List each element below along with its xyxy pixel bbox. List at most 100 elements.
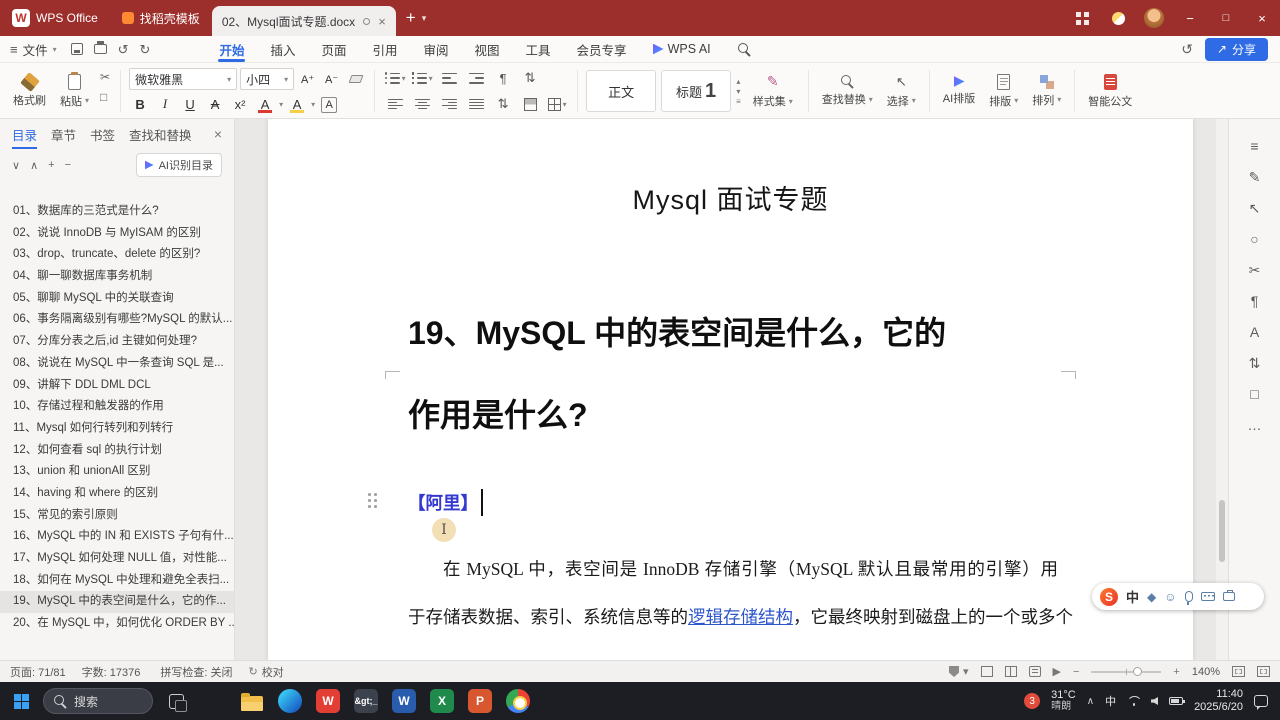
maximize-button[interactable]: □ <box>1208 0 1244 36</box>
toc-item[interactable]: 07、分库分表之后,id 主键如何处理? <box>0 331 234 353</box>
tab-member[interactable]: 会员专享 <box>564 36 640 62</box>
tray-ime-indicator[interactable]: 中 <box>1105 693 1116 709</box>
toc-item[interactable]: 12、如何查看 sql 的执行计划 <box>0 440 234 462</box>
font-color-caret-icon[interactable]: ▾ <box>279 100 283 109</box>
print-icon[interactable] <box>93 41 107 54</box>
ime-mode-indicator[interactable]: 中 <box>1126 587 1139 606</box>
font-color-button[interactable]: A <box>254 94 276 114</box>
panel-outline-icon[interactable]: ≡ <box>1250 139 1258 153</box>
panel-clip-icon[interactable]: ✂ <box>1249 263 1261 277</box>
find-replace-button[interactable]: 查找替换 ▾ <box>815 67 880 115</box>
copy-icon[interactable]: □ <box>100 90 110 104</box>
style-set-button[interactable]: ✎ 样式集 ▾ <box>746 73 800 109</box>
search-icon[interactable] <box>737 42 751 56</box>
paragraph-mark-button[interactable]: ¶ <box>491 68 515 88</box>
gallery-up-icon[interactable]: ▴ <box>736 77 741 86</box>
select-button[interactable]: ↖ 选择 ▾ <box>880 67 923 115</box>
shrink-font-button[interactable]: A⁻ <box>321 69 342 89</box>
panel-card-icon[interactable]: □ <box>1250 387 1258 401</box>
view-page-icon[interactable] <box>980 666 993 677</box>
toc-item[interactable]: 20、在 MySQL 中，如何优化 ORDER BY ... <box>0 613 234 635</box>
zoom-out-icon[interactable]: − <box>1073 666 1079 678</box>
edge-icon[interactable] <box>278 689 302 713</box>
sogou-logo-icon[interactable]: S <box>1100 587 1118 606</box>
toc-item[interactable]: 18、如何在 MySQL 中处理和避免全表扫... <box>0 570 234 592</box>
cut-icon[interactable]: ✂ <box>100 70 110 84</box>
toc-item[interactable]: 15、常见的索引原则 <box>0 505 234 527</box>
paste-button[interactable]: 粘贴 ▾ <box>53 67 96 115</box>
toc-item[interactable]: 09、讲解下 DDL DML DCL <box>0 375 234 397</box>
workspace-grid-button[interactable] <box>1064 0 1100 36</box>
layout-button[interactable]: 排版 ▾ <box>982 67 1025 115</box>
view-web-icon[interactable] <box>1028 666 1041 677</box>
gallery-down-icon[interactable]: ▾ <box>736 87 741 96</box>
panel-spacing-icon[interactable]: ⇅ <box>1249 356 1261 370</box>
wifi-icon[interactable] <box>1127 696 1140 706</box>
sync-icon[interactable]: ↺ <box>1181 41 1193 58</box>
word-count[interactable]: 字数: 17376 <box>82 664 141 680</box>
volume-icon[interactable] <box>1151 697 1159 705</box>
numbered-list-button[interactable]: ▾ <box>410 68 434 88</box>
expand-all-icon[interactable]: ∧ <box>30 159 38 172</box>
align-right-button[interactable] <box>437 94 461 114</box>
toc-item[interactable]: 16、MySQL 中的 IN 和 EXISTS 子句有什... <box>0 526 234 548</box>
wps-menu-button[interactable]: W WPS Office <box>0 0 110 36</box>
view-column-icon[interactable] <box>1004 666 1017 677</box>
powerpoint-icon[interactable]: P <box>468 689 492 713</box>
ai-recognize-toc-button[interactable]: AI识别目录 <box>135 153 222 177</box>
sort-button[interactable]: ⇅ <box>518 68 542 88</box>
task-view-button[interactable] <box>169 693 187 712</box>
sidebar-tab-find-replace[interactable]: 查找和替换 <box>129 119 192 149</box>
zoom-out-outline-icon[interactable]: − <box>65 159 71 171</box>
fit-width-icon[interactable] <box>1257 666 1270 677</box>
battery-icon[interactable] <box>1169 697 1186 705</box>
gallery-more-icon[interactable]: ≡ <box>736 97 741 106</box>
toc-item[interactable]: 06、事务隔离级别有哪些?MySQL 的默认... <box>0 309 234 331</box>
tab-document[interactable]: 02、Mysql面试专题.docx × <box>211 6 396 36</box>
tab-wps-ai[interactable]: WPS AI <box>640 36 724 62</box>
format-painter-button[interactable]: 格式刷 <box>6 67 53 115</box>
spellcheck-status[interactable]: 拼写检查: 关闭 <box>156 664 232 680</box>
notification-center-icon[interactable] <box>1254 695 1268 707</box>
grow-font-button[interactable]: A⁺ <box>297 69 318 89</box>
wps-app-icon[interactable]: W <box>316 689 340 713</box>
tab-reference[interactable]: 引用 <box>359 36 410 62</box>
zoom-in-outline-icon[interactable]: + <box>48 159 54 171</box>
toc-item-active[interactable]: 19、MySQL 中的表空间是什么，它的作... <box>0 591 234 614</box>
strikethrough-button[interactable]: A <box>204 94 226 114</box>
panel-seal-icon[interactable]: ○ <box>1250 232 1258 246</box>
toc-item[interactable]: 04、聊一聊数据库事务机制 <box>0 266 234 288</box>
fullscreen-play-icon[interactable]: ▶ <box>1053 665 1061 678</box>
proofread-button[interactable]: ↻ 校对 <box>248 664 283 680</box>
character-border-button[interactable]: A <box>321 97 338 113</box>
toc-item[interactable]: 14、having 和 where 的区别 <box>0 483 234 505</box>
indent-button[interactable] <box>464 68 488 88</box>
minimize-button[interactable]: − <box>1172 0 1208 36</box>
avatar[interactable] <box>1136 0 1172 36</box>
ime-mic-icon[interactable] <box>1184 591 1193 605</box>
toc-item[interactable]: 05、聊聊 MySQL 中的关联查询 <box>0 288 234 310</box>
outdent-button[interactable] <box>437 68 461 88</box>
word-icon[interactable]: W <box>392 689 416 713</box>
windows-start-button[interactable] <box>14 693 29 709</box>
ime-keyboard-icon[interactable] <box>1200 592 1215 601</box>
new-tab-button[interactable]: + <box>406 8 416 28</box>
style-normal[interactable]: 正文 <box>586 70 657 112</box>
skin-button[interactable] <box>1100 0 1136 36</box>
body-link[interactable]: 逻辑存储结构 <box>688 607 793 627</box>
toc-item[interactable]: 03、drop、truncate、delete 的区别? <box>0 244 234 266</box>
clock[interactable]: 11:40 2025/6/20 <box>1194 688 1243 714</box>
redo-icon[interactable]: ↻ <box>140 43 151 56</box>
protect-mode-button[interactable]: ▾ <box>948 665 969 678</box>
align-center-button[interactable] <box>410 94 434 114</box>
align-justify-button[interactable] <box>464 94 488 114</box>
toc-item[interactable]: 02、说说 InnoDB 与 MyISAM 的区别 <box>0 223 234 245</box>
ai-layout-button[interactable]: AI排版 <box>936 67 982 115</box>
toc-item[interactable]: 01、数据库的三范式是什么? <box>0 201 234 223</box>
panel-select-icon[interactable]: ↖ <box>1249 201 1261 215</box>
toc-item[interactable]: 10、存储过程和触发器的作用 <box>0 396 234 418</box>
toc-item[interactable]: 17、MySQL 如何处理 NULL 值，对性能... <box>0 548 234 570</box>
smart-doc-button[interactable]: 智能公文 <box>1081 67 1139 115</box>
zoom-slider[interactable] <box>1091 666 1162 676</box>
arrange-button[interactable]: 排列 ▾ <box>1025 67 1068 115</box>
